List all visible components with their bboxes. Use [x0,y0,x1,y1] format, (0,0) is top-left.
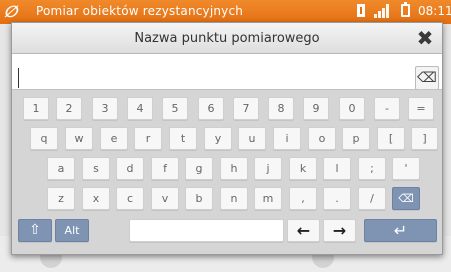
space-key[interactable] [129,219,284,242]
key-w[interactable]: w [65,127,93,150]
key-5[interactable]: 5 [162,97,188,120]
key-comma[interactable]: , [289,187,317,210]
key-semicolon[interactable]: ; [358,157,386,180]
alt-key[interactable]: Alt [55,219,89,242]
key-c[interactable]: c [116,187,144,210]
key-3[interactable]: 3 [92,97,118,120]
key-d[interactable]: d [116,157,144,180]
enter-key[interactable]: ↵ [364,219,437,242]
key-1[interactable]: 1 [23,97,49,120]
key-g[interactable]: g [185,157,213,180]
clear-text-button[interactable]: ⌫ [415,66,439,90]
key-t[interactable]: t [169,127,197,150]
key-q[interactable]: q [30,127,58,150]
key-0[interactable]: 0 [339,97,365,120]
key-2[interactable]: 2 [56,97,82,120]
key-b[interactable]: b [185,187,213,210]
key-f[interactable]: f [151,157,179,180]
key-j[interactable]: j [254,157,282,180]
left-arrow-key[interactable]: ← [287,219,320,242]
key-equals[interactable]: = [408,97,434,120]
key-l[interactable]: l [323,157,351,180]
key-period[interactable]: . [323,187,351,210]
battery-icon [401,2,410,17]
key-k[interactable]: k [289,157,317,180]
key-h[interactable]: h [220,157,248,180]
key-o[interactable]: o [308,127,336,150]
key-x[interactable]: x [82,187,110,210]
key-apostrophe[interactable]: ' [392,157,420,180]
key-a[interactable]: a [47,157,75,180]
dialog-title: Nazwa punktu pomiarowego [134,31,320,46]
status-bar: ∅ Pomiar obiektów rezystancyjnych 08:11 [0,0,451,24]
key-s[interactable]: s [82,157,110,180]
key-y[interactable]: y [204,127,232,150]
key-m[interactable]: m [254,187,282,210]
key-slash[interactable]: / [358,187,386,210]
app-logo-icon: ∅ [1,2,22,21]
key-6[interactable]: 6 [198,97,224,120]
clock: 08:11 [418,4,451,18]
name-dialog: Nazwa punktu pomiarowego ✖ ⌫ 1 2 3 4 5 6… [11,22,443,255]
key-n[interactable]: n [220,187,248,210]
key-e[interactable]: e [100,127,128,150]
backspace-key[interactable]: ⌫ [392,187,420,210]
key-9[interactable]: 9 [303,97,329,120]
signal-icon [374,4,390,18]
key-p[interactable]: p [342,127,370,150]
key-r[interactable]: r [134,127,162,150]
shift-key[interactable]: ⇧ [18,219,52,242]
right-arrow-key[interactable]: → [323,219,356,242]
key-z[interactable]: z [47,187,75,210]
key-v[interactable]: v [151,187,179,210]
close-button[interactable]: ✖ [414,27,436,49]
dialog-header: Nazwa punktu pomiarowego ✖ [12,23,442,54]
battery-indicator-icon [357,4,365,17]
onscreen-keyboard: 1 2 3 4 5 6 7 8 9 0 - = q w e r t y u i … [12,89,442,254]
key-right-bracket[interactable]: ] [411,127,438,150]
key-i[interactable]: i [273,127,301,150]
key-minus[interactable]: - [374,97,400,120]
text-caret [18,68,19,88]
key-left-bracket[interactable]: [ [377,127,405,150]
key-8[interactable]: 8 [268,97,294,120]
key-7[interactable]: 7 [233,97,259,120]
key-u[interactable]: u [238,127,266,150]
key-4[interactable]: 4 [127,97,153,120]
app-title: Pomiar obiektów rezystancyjnych [36,4,244,18]
